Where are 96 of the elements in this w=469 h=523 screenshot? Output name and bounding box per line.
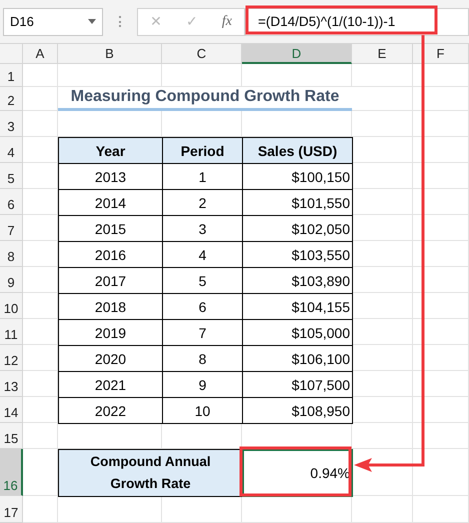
row-header[interactable]: 16 [0, 449, 23, 496]
sheet-cell[interactable] [162, 64, 242, 87]
sheet-cell[interactable] [242, 64, 352, 87]
sheet-cell[interactable] [23, 215, 58, 241]
insert-function-button[interactable]: fx [222, 14, 232, 30]
sheet-cell[interactable] [58, 423, 162, 449]
sheet-cell[interactable] [58, 496, 162, 523]
sheet-cell[interactable] [352, 189, 413, 215]
sheet-cell[interactable] [23, 449, 58, 496]
sheet-cell[interactable] [413, 64, 469, 87]
table-cell: $108,950 [242, 397, 353, 424]
sheet-cell[interactable] [162, 111, 242, 137]
sheet-cell[interactable] [413, 423, 469, 449]
sheet-cell[interactable] [352, 163, 413, 189]
column-header[interactable]: A [23, 44, 58, 64]
sheet-cell[interactable] [413, 449, 469, 496]
row-header[interactable]: 9 [0, 267, 23, 293]
table-header: Period [162, 137, 243, 164]
sheet-cell[interactable] [242, 496, 352, 523]
row-header[interactable]: 12 [0, 345, 23, 371]
sheet-cell[interactable] [413, 496, 469, 523]
name-box[interactable]: D16 [3, 8, 103, 36]
sheet-cell[interactable] [23, 423, 58, 449]
sheet-cell[interactable] [413, 397, 469, 423]
sheet-title: Measuring Compound Growth Rate [58, 87, 352, 111]
row-header[interactable]: 4 [0, 137, 23, 163]
sheet-cell[interactable] [23, 87, 58, 111]
sheet-cell[interactable] [23, 137, 58, 163]
row-header[interactable]: 17 [0, 496, 23, 523]
column-header[interactable]: B [58, 44, 162, 64]
row-header[interactable]: 2 [0, 87, 23, 111]
sheet-cell[interactable] [413, 345, 469, 371]
dropdown-caret-icon[interactable] [88, 19, 96, 24]
sheet-cell[interactable] [352, 449, 413, 496]
sheet-cell[interactable] [413, 189, 469, 215]
row-header[interactable]: 7 [0, 215, 23, 241]
row-header[interactable]: 6 [0, 189, 23, 215]
sheet-cell[interactable] [352, 397, 413, 423]
sheet-cell[interactable] [352, 319, 413, 345]
sheet-cell[interactable] [23, 319, 58, 345]
sheet-cell[interactable] [352, 371, 413, 397]
sheet-cell[interactable] [23, 371, 58, 397]
sheet-cell[interactable] [23, 163, 58, 189]
row-header[interactable]: 13 [0, 371, 23, 397]
row-header[interactable]: 14 [0, 397, 23, 423]
sheet-cell[interactable] [23, 111, 58, 137]
sheet-cell[interactable] [352, 64, 413, 87]
sheet-cell[interactable] [413, 371, 469, 397]
sheet-cell[interactable] [352, 267, 413, 293]
sheet-cell[interactable] [352, 137, 413, 163]
sheet-cell[interactable] [23, 397, 58, 423]
sheet-cell[interactable] [58, 64, 162, 87]
sheet-cell[interactable] [23, 293, 58, 319]
sheet-cell[interactable] [23, 189, 58, 215]
sheet-cell[interactable] [413, 293, 469, 319]
sheet-cell[interactable] [413, 137, 469, 163]
column-header[interactable]: D [242, 44, 352, 64]
sheet-cell[interactable] [242, 111, 352, 137]
row-header[interactable]: 10 [0, 293, 23, 319]
column-header[interactable]: C [162, 44, 242, 64]
sheet-cell[interactable] [162, 423, 242, 449]
sheet-cell[interactable] [413, 87, 469, 111]
select-all-button[interactable] [0, 44, 23, 64]
sheet-cell[interactable] [352, 293, 413, 319]
row-header[interactable]: 5 [0, 163, 23, 189]
sheet-cell[interactable] [58, 111, 162, 137]
row-header[interactable]: 15 [0, 423, 23, 449]
sheet-cell[interactable] [413, 267, 469, 293]
sheet-cell[interactable] [413, 111, 469, 137]
sheet-cell[interactable] [352, 345, 413, 371]
result-label: Compound Annual Growth Rate [58, 449, 243, 497]
sheet-cell[interactable] [23, 496, 58, 523]
row-header[interactable]: 11 [0, 319, 23, 345]
row-header[interactable]: 8 [0, 241, 23, 267]
row-header[interactable]: 1 [0, 64, 23, 87]
column-header[interactable]: E [352, 44, 413, 64]
table-cell: 2022 [58, 397, 163, 424]
sheet-cell[interactable] [352, 241, 413, 267]
sheet-cell[interactable] [352, 87, 413, 111]
sheet-cell[interactable] [352, 111, 413, 137]
table-header: Sales (USD) [242, 137, 353, 164]
row-header[interactable]: 3 [0, 111, 23, 137]
sheet-cell[interactable] [23, 64, 58, 87]
sheet-cell[interactable] [352, 496, 413, 523]
sheet-cell[interactable] [23, 267, 58, 293]
sheet-cell[interactable] [413, 163, 469, 189]
sheet-cell[interactable] [162, 496, 242, 523]
sheet-cell[interactable] [352, 423, 413, 449]
column-header[interactable]: F [413, 44, 469, 64]
sheet-cell[interactable] [352, 215, 413, 241]
sheet-cell[interactable] [413, 241, 469, 267]
table-header: Year [58, 137, 163, 164]
sheet-cell[interactable] [23, 241, 58, 267]
sheet-cell[interactable] [413, 319, 469, 345]
sheet-cell[interactable] [413, 215, 469, 241]
sheet-cell[interactable] [23, 345, 58, 371]
